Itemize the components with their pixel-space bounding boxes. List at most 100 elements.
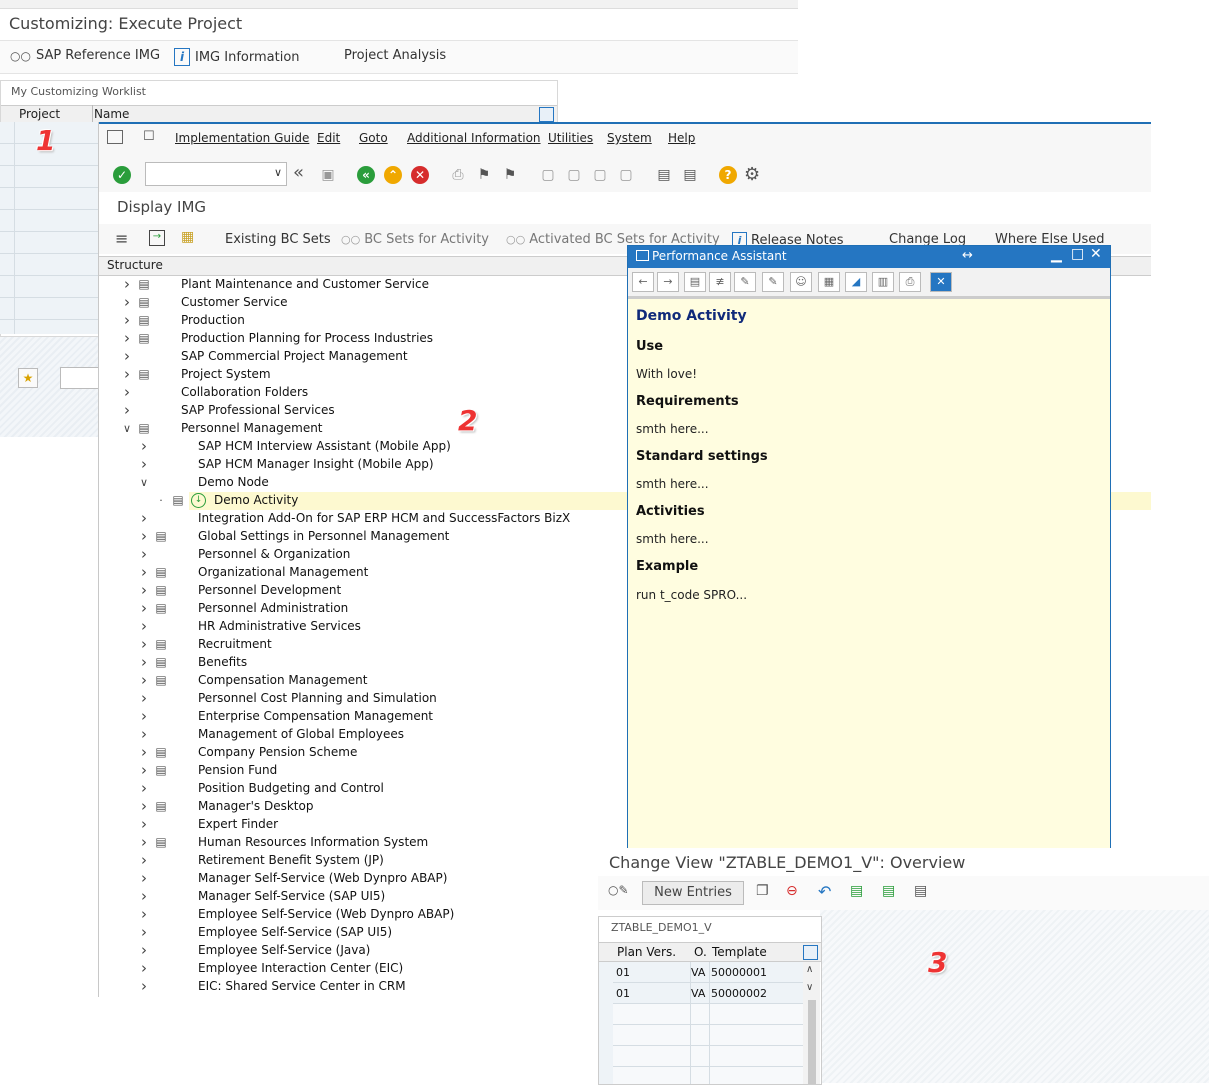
find-next-icon[interactable]: ⚑ <box>501 166 519 184</box>
execute-icon[interactable]: → <box>149 230 165 246</box>
chevron-right-icon[interactable]: › <box>138 905 150 923</box>
document-icon[interactable]: ▤ <box>137 313 151 327</box>
chevron-right-icon[interactable]: › <box>138 635 150 653</box>
document-icon[interactable]: ▤ <box>137 277 151 291</box>
document-icon[interactable]: ▤ <box>154 835 168 849</box>
enter-icon[interactable]: ✓ <box>113 166 131 184</box>
img-information-button[interactable]: i IMG Information <box>174 48 300 66</box>
tree-node[interactable]: › ▤ Production Planning for Process Indust… <box>121 329 433 347</box>
tree-node[interactable]: › ▤ Compensation Management <box>138 671 367 689</box>
customize-layout-icon[interactable]: ☐ <box>143 129 155 144</box>
chevron-right-icon[interactable]: › <box>138 689 150 707</box>
menu-utilities[interactable]: Utilities <box>548 131 593 145</box>
chevron-right-icon[interactable]: › <box>138 887 150 905</box>
tree-node[interactable]: › ▤ Project System <box>121 365 271 383</box>
column-plan-version[interactable]: Plan Vers. <box>617 945 676 959</box>
hierarchy-icon[interactable]: ≢ <box>709 272 731 292</box>
chevron-right-icon[interactable]: › <box>138 509 150 527</box>
chevron-right-icon[interactable]: › <box>138 833 150 851</box>
print-icon[interactable]: ⎙ <box>899 272 921 292</box>
help-icon[interactable]: ? <box>719 166 737 184</box>
tree-node[interactable]: › EIC: Shared Service Center in CRM <box>138 977 406 995</box>
previous-page-icon[interactable]: ▢ <box>565 166 583 184</box>
chevron-right-icon[interactable]: › <box>138 923 150 941</box>
cell-object-type[interactable]: VA <box>691 966 705 979</box>
table-settings-icon[interactable] <box>803 945 818 960</box>
scroll-thumb[interactable] <box>808 1000 816 1084</box>
tree-node[interactable]: › SAP Professional Services <box>121 401 335 419</box>
tree-node[interactable]: › HR Administrative Services <box>138 617 361 635</box>
chevron-right-icon[interactable]: › <box>138 653 150 671</box>
document-icon[interactable]: ▤ <box>137 295 151 309</box>
chevron-right-icon[interactable]: › <box>121 293 133 311</box>
chevron-right-icon[interactable]: › <box>138 671 150 689</box>
tree-node[interactable]: › Employee Self-Service (Web Dynpro ABAP) <box>138 905 454 923</box>
tree-node[interactable]: › SAP HCM Interview Assistant (Mobile App… <box>138 437 451 455</box>
document-icon[interactable]: ▤ <box>154 745 168 759</box>
cell-object-type[interactable]: VA <box>691 987 705 1000</box>
window-menu-icon[interactable] <box>636 250 649 261</box>
document-icon[interactable]: ▤ <box>137 367 151 381</box>
chevron-right-icon[interactable]: › <box>138 797 150 815</box>
chevron-right-icon[interactable]: › <box>121 365 133 383</box>
technical-info-icon[interactable]: ◢ <box>845 272 867 292</box>
tree-node[interactable]: › Employee Self-Service (Java) <box>138 941 370 959</box>
find-icon[interactable]: ⚑ <box>475 166 493 184</box>
tree-node[interactable]: ∨ Demo Node <box>138 473 269 491</box>
document-icon[interactable]: ▤ <box>154 601 168 615</box>
chevron-right-icon[interactable]: › <box>138 815 150 833</box>
chevron-right-icon[interactable]: › <box>138 527 150 545</box>
tree-node[interactable]: › Employee Self-Service (SAP UI5) <box>138 923 392 941</box>
tree-node[interactable]: › Personnel Cost Planning and Simulation <box>138 689 437 707</box>
back-icon[interactable]: ← <box>632 272 654 292</box>
document-icon[interactable]: ▤ <box>684 272 706 292</box>
create-shortcut-icon[interactable]: ▤ <box>681 166 699 184</box>
select-all-icon[interactable]: ▤ <box>850 883 863 899</box>
column-object-type[interactable]: O. <box>694 945 707 959</box>
gear-icon[interactable]: ⚙ <box>744 164 760 185</box>
tree-node[interactable]: › Management of Global Employees <box>138 725 404 743</box>
resize-icon[interactable]: ↔ <box>962 248 973 263</box>
select-block-icon[interactable]: ▤ <box>882 883 895 899</box>
edit-icon[interactable]: ✎ <box>734 272 756 292</box>
expand-all-icon[interactable]: ≡ <box>115 229 128 248</box>
column-name[interactable]: Name <box>94 107 129 121</box>
minimize-icon[interactable]: ▁ <box>1051 247 1062 263</box>
tree-node[interactable]: › SAP Commercial Project Management <box>121 347 408 365</box>
tree-node[interactable]: › ▤ Personnel Administration <box>138 599 348 617</box>
chevron-right-icon[interactable]: › <box>121 383 133 401</box>
tree-node[interactable]: › ▤ Personnel Development <box>138 581 341 599</box>
window-menu-icon[interactable] <box>107 130 123 144</box>
document-icon[interactable]: ▤ <box>154 637 168 651</box>
forward-icon[interactable]: → <box>657 272 679 292</box>
back-icon[interactable]: « <box>357 166 375 184</box>
undo-icon[interactable]: ↶ <box>818 882 831 901</box>
tree-node[interactable]: › ▤ Manager's Desktop <box>138 797 313 815</box>
cell-plan-version[interactable]: 01 <box>616 966 630 979</box>
new-session-icon[interactable]: ▤ <box>655 166 673 184</box>
tree-node[interactable]: › Personnel & Organization <box>138 545 350 563</box>
chevron-right-icon[interactable]: › <box>138 977 150 995</box>
close-panel-icon[interactable]: ✕ <box>930 272 952 292</box>
cancel-icon[interactable]: ✕ <box>411 166 429 184</box>
maximize-icon[interactable]: □ <box>1071 246 1084 262</box>
display-change-icon[interactable]: ○✎ <box>608 883 629 897</box>
document-icon[interactable]: ▤ <box>171 493 185 507</box>
glossary-icon[interactable]: ▥ <box>872 272 894 292</box>
annotate-icon[interactable]: ✎ <box>762 272 784 292</box>
menu-edit[interactable]: Edit <box>317 131 340 145</box>
tree-node[interactable]: › ▤ Plant Maintenance and Customer Service <box>121 275 429 293</box>
tree-node[interactable]: › Employee Interaction Center (EIC) <box>138 959 403 977</box>
table-row[interactable]: 01 VA 50000002 <box>613 983 803 1004</box>
scroll-up-icon[interactable]: ∧ <box>806 964 813 975</box>
chevron-right-icon[interactable]: › <box>138 941 150 959</box>
document-icon[interactable]: ▤ <box>137 421 151 435</box>
tree-node[interactable]: › ▤ Company Pension Scheme <box>138 743 357 761</box>
leaf-dot-icon[interactable]: · <box>155 494 167 507</box>
chevron-down-icon[interactable]: ∨ <box>138 476 150 489</box>
scroll-down-icon[interactable]: ∨ <box>806 982 813 993</box>
document-icon[interactable]: ▤ <box>154 799 168 813</box>
document-icon[interactable]: ▤ <box>154 529 168 543</box>
document-icon[interactable]: ▤ <box>137 331 151 345</box>
chevron-right-icon[interactable]: › <box>138 761 150 779</box>
